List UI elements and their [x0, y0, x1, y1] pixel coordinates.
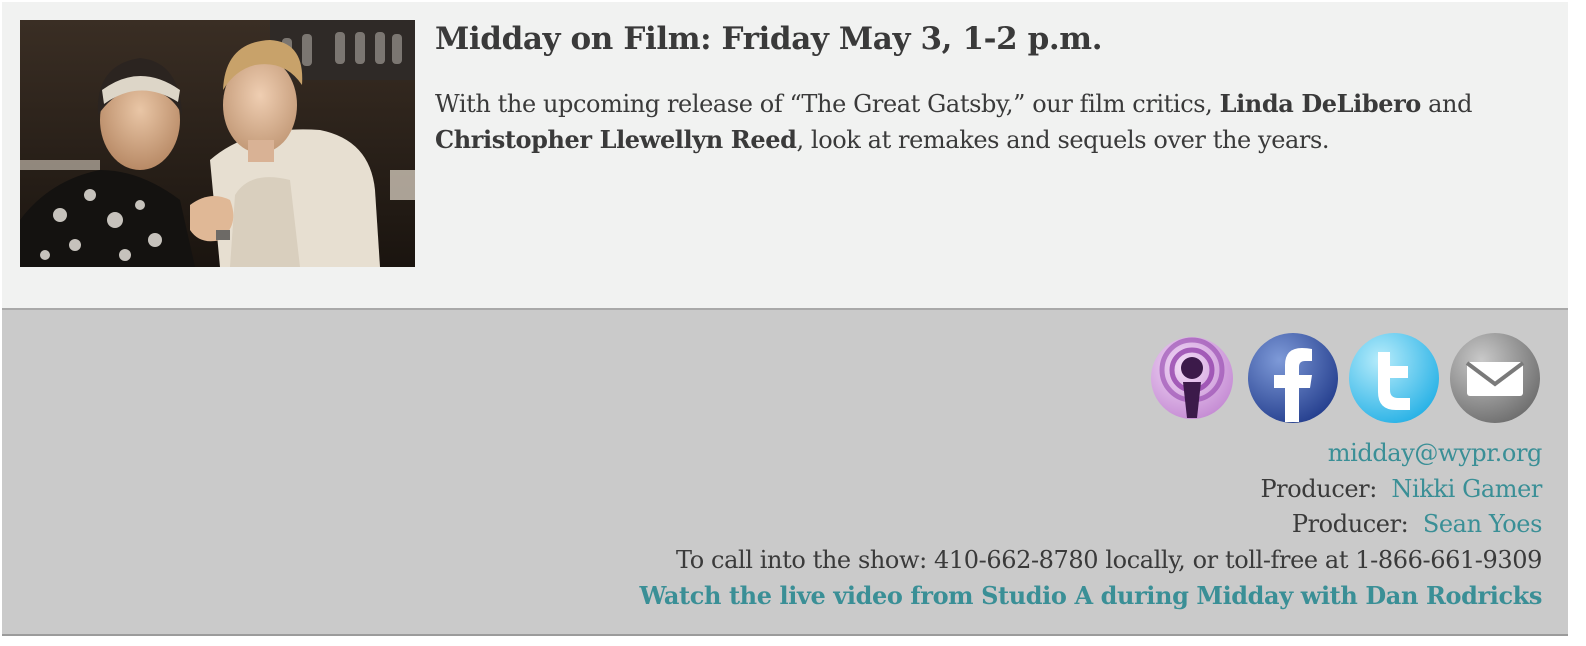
producer-row-2: Producer: Sean Yoes	[639, 507, 1543, 543]
producer-label: Producer:	[1291, 510, 1409, 539]
critic-name-1: Linda DeLibero	[1219, 89, 1422, 118]
live-video-row: Watch the live video from Studio A durin…	[639, 578, 1542, 614]
footer-divider	[2, 634, 1568, 636]
producer-label: Producer:	[1260, 474, 1377, 503]
producer-link-sean-yoes[interactable]: Sean Yoes	[1423, 510, 1543, 538]
producer-row-1: Producer: Nikki Gamer	[639, 472, 1542, 508]
description-text-tail: , look at remakes and sequels over the y…	[796, 126, 1330, 154]
description-text-lead: With the upcoming release of “The Great …	[435, 90, 1220, 118]
email-icon[interactable]	[1449, 332, 1541, 424]
facebook-icon[interactable]	[1247, 332, 1339, 424]
show-contact-info: midday@wypr.org Producer: Nikki Gamer Pr…	[639, 436, 1542, 614]
segment-title: Midday on Film: Friday May 3, 1-2 p.m.	[435, 21, 1103, 57]
segment-description: With the upcoming release of “The Great …	[435, 86, 1555, 158]
social-icons	[1146, 332, 1542, 428]
live-video-link[interactable]: Watch the live video from Studio A durin…	[639, 581, 1542, 610]
segment-photo[interactable]	[20, 20, 415, 267]
film-still-image	[20, 20, 415, 267]
twitter-icon[interactable]	[1348, 332, 1440, 424]
email-link[interactable]: midday@wypr.org	[1328, 439, 1543, 467]
critic-name-2: Christopher Llewellyn Reed	[435, 125, 797, 154]
call-in-info: To call into the show: 410-662-8780 loca…	[676, 545, 1542, 574]
podcast-icon[interactable]	[1146, 332, 1238, 424]
producer-link-nikki-gamer[interactable]: Nikki Gamer	[1391, 475, 1542, 503]
description-text-and: and	[1420, 90, 1473, 118]
email-row: midday@wypr.org	[639, 436, 1543, 472]
